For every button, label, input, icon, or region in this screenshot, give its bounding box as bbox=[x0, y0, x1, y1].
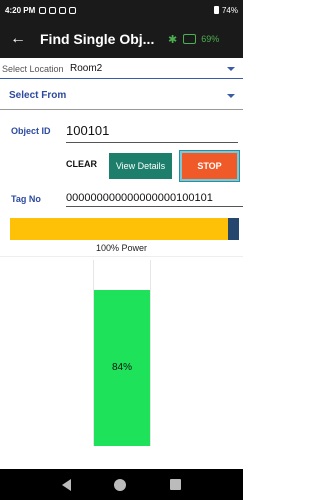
reader-connected-icon bbox=[183, 34, 197, 44]
back-arrow-icon[interactable]: ← bbox=[0, 30, 30, 48]
nav-home-icon[interactable] bbox=[114, 478, 127, 491]
tag-no-row: Tag No 000000000000000000100101 bbox=[0, 190, 243, 208]
nav-back-icon[interactable] bbox=[61, 478, 71, 491]
signal-meter: 84% bbox=[93, 260, 151, 446]
stop-button[interactable]: STOP bbox=[180, 151, 239, 181]
status-time: 4:20 PM bbox=[5, 5, 36, 15]
power-fill bbox=[10, 218, 228, 240]
bluetooth-icon: ✱ bbox=[168, 33, 178, 46]
object-id-row: Object ID 100101 bbox=[0, 118, 243, 144]
clear-button[interactable]: CLEAR bbox=[66, 159, 97, 169]
battery-percent: 74% bbox=[221, 5, 238, 15]
signal-meter-fill: 84% bbox=[94, 289, 150, 446]
object-id-input[interactable]: 100101 bbox=[66, 119, 238, 143]
status-bar: 4:20 PM 74% bbox=[0, 0, 243, 20]
power-label: 100% Power bbox=[95, 243, 148, 253]
page-title: Find Single Obj... bbox=[40, 31, 155, 47]
select-from-label: Select From bbox=[9, 90, 67, 101]
battery-icon bbox=[213, 6, 219, 14]
chevron-down-icon bbox=[227, 93, 235, 98]
select-location-dropdown[interactable]: Select Location Room2 bbox=[0, 59, 243, 79]
chevron-down-icon bbox=[227, 66, 235, 71]
app-bar: ← Find Single Obj... ✱ 69% bbox=[0, 20, 243, 58]
select-from-dropdown[interactable]: Select From bbox=[0, 82, 243, 110]
reader-battery-percent: 69% bbox=[201, 34, 220, 44]
power-slider-handle[interactable] bbox=[228, 218, 239, 240]
system-nav-bar bbox=[0, 469, 243, 500]
signal-strength-panel: 84% bbox=[0, 256, 243, 446]
select-location-label: Select Location bbox=[2, 63, 64, 74]
view-details-button[interactable]: View Details bbox=[109, 153, 172, 179]
tag-no-field: 000000000000000000100101 bbox=[66, 192, 243, 207]
select-location-value: Room2 bbox=[70, 63, 103, 74]
nav-recents-icon[interactable] bbox=[170, 479, 182, 490]
action-buttons: CLEAR View Details STOP bbox=[0, 150, 243, 182]
power-slider[interactable] bbox=[10, 218, 239, 240]
notification-icons bbox=[39, 6, 77, 14]
tag-no-label: Tag No bbox=[11, 194, 41, 204]
object-id-label: Object ID bbox=[11, 126, 51, 136]
